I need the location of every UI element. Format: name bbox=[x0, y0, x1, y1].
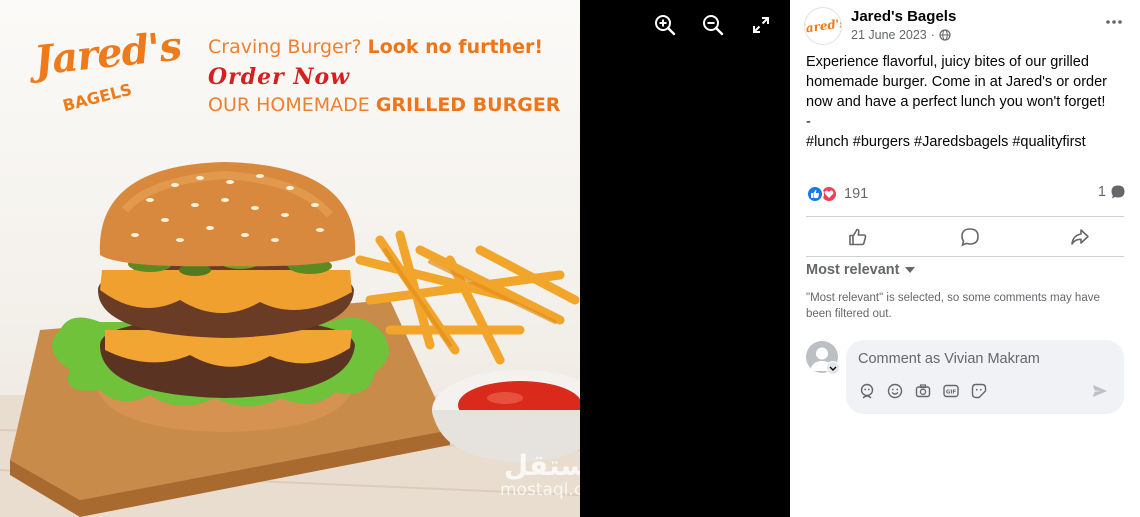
post-text-dash: - bbox=[806, 114, 811, 130]
meta-separator: · bbox=[930, 28, 935, 42]
headline-line-3: OUR HOMEMADE GRILLED BURGER bbox=[208, 94, 568, 116]
divider bbox=[806, 256, 1124, 257]
page-avatar-logo: Jared's bbox=[804, 15, 842, 37]
zoom-in-button[interactable] bbox=[650, 10, 680, 40]
post-date[interactable]: 21 June 2023 bbox=[851, 28, 927, 42]
gif-icon: GIF bbox=[943, 384, 959, 398]
reaction-count[interactable]: 191 bbox=[844, 186, 868, 202]
logo-subtext: BAGELS bbox=[60, 79, 134, 116]
comment-bubble-icon bbox=[1111, 185, 1125, 199]
fullscreen-button[interactable] bbox=[746, 10, 776, 40]
like-reaction-icon[interactable] bbox=[806, 185, 824, 203]
share-icon bbox=[1071, 229, 1089, 245]
chevron-down-icon bbox=[829, 366, 837, 371]
ad-headline: Craving Burger? Look no further! Order N… bbox=[208, 36, 568, 116]
like-button[interactable] bbox=[838, 224, 878, 250]
page-name-link[interactable]: Jared's Bagels bbox=[851, 8, 956, 25]
thumbs-up-icon bbox=[849, 228, 867, 246]
jareds-bagels-logo: Jared's BAGELS bbox=[28, 22, 183, 128]
watermark-arabic: مستقل bbox=[503, 449, 580, 482]
post-header: Jared's Jared's Bagels 21 June 2023 · bbox=[804, 6, 1130, 46]
post-text-body: Experience flavorful, juicy bites of our… bbox=[806, 54, 1107, 110]
sort-label: Most relevant bbox=[806, 262, 900, 278]
media-area: Jared's BAGELS Craving Burger? Look no f… bbox=[0, 0, 790, 517]
fullscreen-icon bbox=[753, 17, 769, 33]
comment-button[interactable] bbox=[950, 224, 990, 250]
send-icon bbox=[1093, 385, 1107, 397]
comment-count: 1 bbox=[1097, 184, 1106, 200]
headline-line-3-bold: GRILLED BURGER bbox=[375, 94, 561, 116]
post-panel: Jared's Jared's Bagels 21 June 2023 · Ex… bbox=[790, 0, 1140, 517]
post-photo[interactable]: Jared's BAGELS Craving Burger? Look no f… bbox=[0, 0, 580, 517]
zoom-in-icon bbox=[655, 15, 676, 36]
comment-sort-dropdown[interactable]: Most relevant bbox=[806, 262, 916, 278]
camera-icon bbox=[915, 384, 931, 398]
divider bbox=[806, 216, 1124, 217]
post-meta: 21 June 2023 · bbox=[851, 28, 951, 42]
emoji-button[interactable] bbox=[886, 382, 904, 400]
post-text: Experience flavorful, juicy bites of our… bbox=[806, 52, 1128, 152]
avatar-sticker-button[interactable] bbox=[858, 382, 876, 400]
profile-switch-button[interactable] bbox=[826, 361, 840, 375]
svg-text:GIF: GIF bbox=[946, 390, 957, 396]
send-comment-button[interactable] bbox=[1090, 382, 1110, 400]
more-dots-icon bbox=[1106, 20, 1122, 24]
reactions-bar: 191 1 bbox=[806, 184, 1126, 204]
zoom-out-button[interactable] bbox=[698, 10, 728, 40]
globe-icon bbox=[939, 29, 951, 41]
headline-line-1: Craving Burger? Look no further! bbox=[208, 36, 568, 58]
headline-order-now: Order Now bbox=[208, 64, 351, 90]
watermark: مستقل mostaql.com bbox=[500, 449, 580, 501]
composer-toolbar: GIF bbox=[858, 382, 988, 400]
headline-line-3-regular: OUR HOMEMADE bbox=[208, 94, 376, 116]
headline-line-1-bold: Look no further! bbox=[367, 36, 543, 58]
comment-count-link[interactable]: 1 bbox=[1098, 184, 1126, 200]
more-options-button[interactable] bbox=[1102, 12, 1126, 32]
watermark-url: mostaql.com bbox=[500, 480, 580, 500]
avatar-sticker-icon bbox=[860, 383, 874, 399]
zoom-out-icon bbox=[703, 15, 724, 36]
page-avatar[interactable]: Jared's bbox=[804, 7, 842, 45]
sticker-icon bbox=[971, 383, 987, 399]
comment-composer: GIF bbox=[846, 340, 1124, 414]
comment-icon bbox=[961, 228, 979, 247]
comment-input[interactable] bbox=[858, 348, 1108, 370]
sticker-button[interactable] bbox=[970, 382, 988, 400]
post-hashtags[interactable]: #lunch #burgers #Jaredsbagels #qualityfi… bbox=[806, 132, 1128, 152]
headline-line-1-regular: Craving Burger? bbox=[208, 36, 368, 58]
photo-button[interactable] bbox=[914, 382, 932, 400]
sort-info-text: "Most relevant" is selected, so some com… bbox=[806, 292, 1100, 320]
photo-viewer: Jared's BAGELS Craving Burger? Look no f… bbox=[0, 0, 1140, 517]
caret-down-icon bbox=[905, 267, 916, 273]
gif-button[interactable]: GIF bbox=[942, 382, 960, 400]
share-button[interactable] bbox=[1060, 224, 1100, 250]
smiley-icon bbox=[887, 383, 903, 399]
